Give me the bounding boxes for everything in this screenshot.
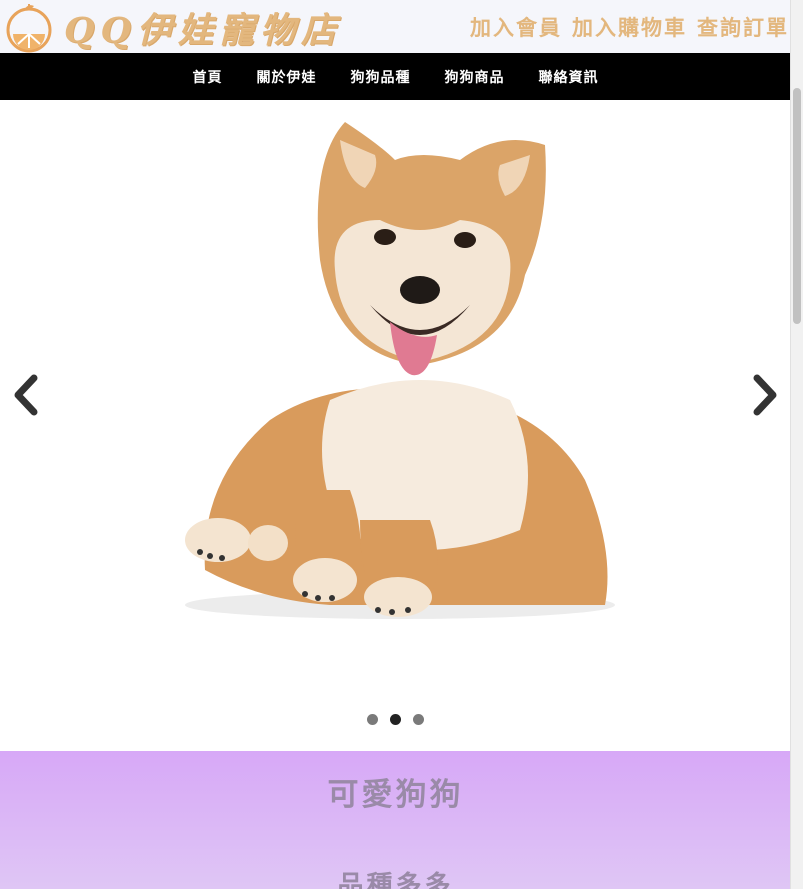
nav-home[interactable]: 首頁	[193, 67, 223, 87]
vertical-scrollbar[interactable]	[790, 0, 803, 889]
main-nav: 首頁 關於伊娃 狗狗品種 狗狗商品 聯絡資訊	[0, 53, 791, 100]
carousel-dot-1[interactable]	[367, 714, 378, 725]
account-links: 加入會員 加入購物車 查詢訂單	[470, 12, 789, 42]
section-subtitle: 品種多多	[337, 871, 454, 889]
featured-section: 可愛狗狗 品種多多	[0, 751, 791, 889]
scrollbar-thumb[interactable]	[793, 88, 801, 324]
order-lookup-link[interactable]: 查詢訂單	[697, 12, 789, 42]
nav-contact[interactable]: 聯絡資訊	[539, 67, 599, 87]
nav-breeds[interactable]: 狗狗品種	[351, 67, 411, 87]
add-to-cart-link[interactable]: 加入購物車	[572, 12, 687, 42]
chevron-left-icon[interactable]	[6, 370, 46, 420]
carousel-dot-2[interactable]	[390, 714, 401, 725]
join-member-link[interactable]: 加入會員	[470, 12, 562, 42]
carousel-indicators	[0, 714, 791, 725]
nav-products[interactable]: 狗狗商品	[445, 67, 505, 87]
nav-about[interactable]: 關於伊娃	[257, 67, 317, 87]
orange-logo-icon[interactable]	[0, 0, 58, 53]
chevron-right-icon[interactable]	[745, 370, 785, 420]
brand-title[interactable]: QQ伊娃寵物店	[64, 2, 342, 53]
site-header: QQ伊娃寵物店 加入會員 加入購物車 查詢訂單	[0, 0, 791, 53]
image-carousel	[0, 100, 791, 751]
shiba-inu-dog-image	[185, 122, 615, 619]
page: QQ伊娃寵物店 加入會員 加入購物車 查詢訂單 首頁 關於伊娃 狗狗品種 狗狗商…	[0, 0, 791, 889]
section-title: 可愛狗狗	[327, 777, 464, 813]
carousel-dot-3[interactable]	[413, 714, 424, 725]
